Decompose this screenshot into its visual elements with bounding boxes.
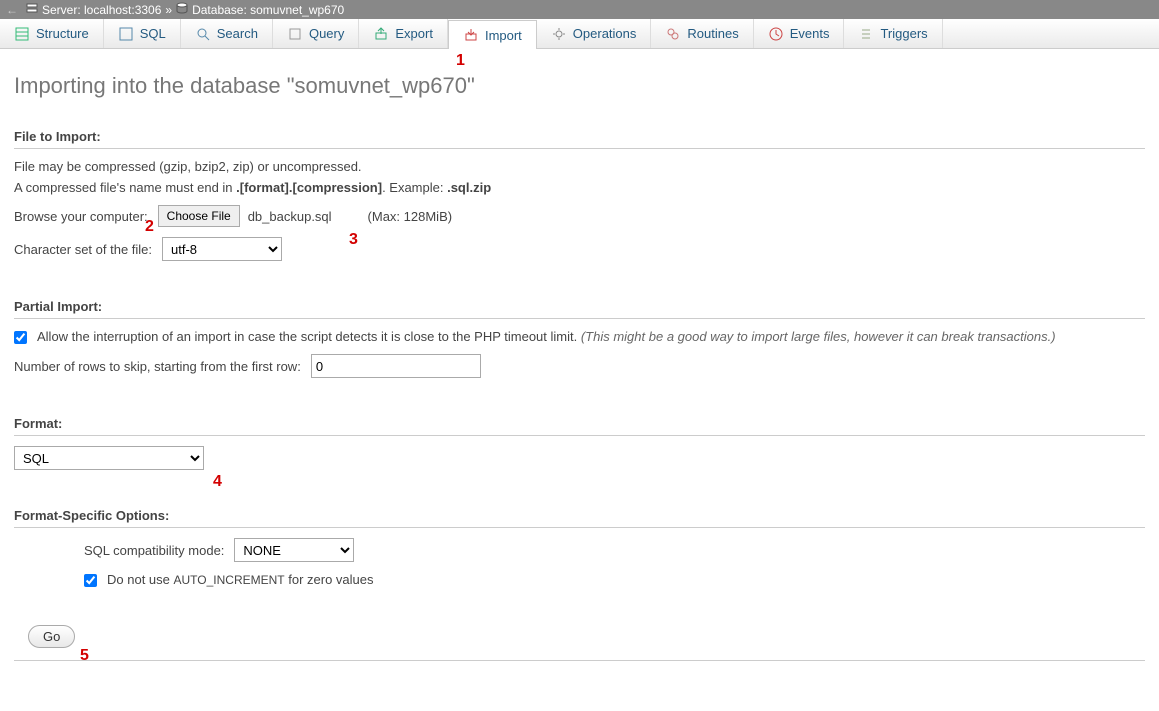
back-arrow-icon[interactable]: ← <box>6 3 18 17</box>
sql-icon <box>118 26 134 42</box>
operations-icon <box>551 26 567 42</box>
max-size-label: (Max: 128MiB) <box>368 209 453 224</box>
export-icon <box>373 26 389 42</box>
tab-triggers[interactable]: Triggers <box>844 19 942 48</box>
page-title: Importing into the database "somuvnet_wp… <box>14 73 1145 99</box>
auto-increment-label: Do not use AUTO_INCREMENT for zero value… <box>107 572 374 587</box>
structure-icon <box>14 26 30 42</box>
tab-label: Triggers <box>880 26 927 41</box>
triggers-icon <box>858 26 874 42</box>
routines-icon <box>665 26 681 42</box>
server-icon <box>26 2 38 17</box>
tab-sql[interactable]: SQL <box>104 19 181 48</box>
file-help-text-2: A compressed file's name must end in .[f… <box>14 180 1145 195</box>
file-to-import-section: File to Import: File may be compressed (… <box>14 129 1145 271</box>
tab-query[interactable]: Query <box>273 19 359 48</box>
go-button[interactable]: Go <box>28 625 75 648</box>
tab-label: Export <box>395 26 433 41</box>
tab-import[interactable]: Import <box>448 20 537 49</box>
format-select[interactable]: SQL <box>14 446 204 470</box>
section-title-partial: Partial Import: <box>14 299 1145 319</box>
tab-export[interactable]: Export <box>359 19 448 48</box>
tab-routines[interactable]: Routines <box>651 19 753 48</box>
file-help-text-1: File may be compressed (gzip, bzip2, zip… <box>14 159 1145 174</box>
search-icon <box>195 26 211 42</box>
breadcrumb-sep: » <box>165 3 172 17</box>
tab-operations[interactable]: Operations <box>537 19 652 48</box>
tab-label: Operations <box>573 26 637 41</box>
choose-file-button[interactable]: Choose File <box>158 205 240 227</box>
section-title-options: Format-Specific Options: <box>14 508 1145 528</box>
skip-rows-input[interactable] <box>311 354 481 378</box>
browse-label: Browse your computer: <box>14 209 148 224</box>
database-icon <box>176 2 188 17</box>
tab-label: Search <box>217 26 258 41</box>
breadcrumb-server[interactable]: Server: localhost:3306 <box>42 3 161 17</box>
auto-increment-checkbox[interactable] <box>84 574 97 587</box>
compat-mode-label: SQL compatibility mode: <box>84 543 224 558</box>
format-section: Format: SQL <box>14 416 1145 480</box>
breadcrumb: ← Server: localhost:3306 » Database: som… <box>0 0 1159 19</box>
tab-search[interactable]: Search <box>181 19 273 48</box>
tab-structure[interactable]: Structure <box>0 19 104 48</box>
divider <box>14 660 1145 661</box>
import-icon <box>463 27 479 43</box>
tab-label: Routines <box>687 26 738 41</box>
section-title-format: Format: <box>14 416 1145 436</box>
events-icon <box>768 26 784 42</box>
breadcrumb-database[interactable]: Database: somuvnet_wp670 <box>192 3 344 17</box>
partial-import-section: Partial Import: Allow the interruption o… <box>14 299 1145 388</box>
tab-label: SQL <box>140 26 166 41</box>
tab-label: Import <box>485 28 522 43</box>
tab-label: Structure <box>36 26 89 41</box>
allow-interruption-checkbox[interactable] <box>14 331 27 344</box>
tab-label: Query <box>309 26 344 41</box>
tabs: Structure SQL Search Query Export Import… <box>0 19 1159 49</box>
tab-events[interactable]: Events <box>754 19 845 48</box>
allow-interruption-label: Allow the interruption of an import in c… <box>37 329 1056 344</box>
tab-label: Events <box>790 26 830 41</box>
compat-mode-select[interactable]: NONE <box>234 538 354 562</box>
charset-label: Character set of the file: <box>14 242 152 257</box>
chosen-file-name: db_backup.sql <box>248 209 332 224</box>
query-icon <box>287 26 303 42</box>
format-options-section: Format-Specific Options: SQL compatibili… <box>14 508 1145 597</box>
skip-rows-label: Number of rows to skip, starting from th… <box>14 359 301 374</box>
charset-select[interactable]: utf-8 <box>162 237 282 261</box>
section-title-file: File to Import: <box>14 129 1145 149</box>
